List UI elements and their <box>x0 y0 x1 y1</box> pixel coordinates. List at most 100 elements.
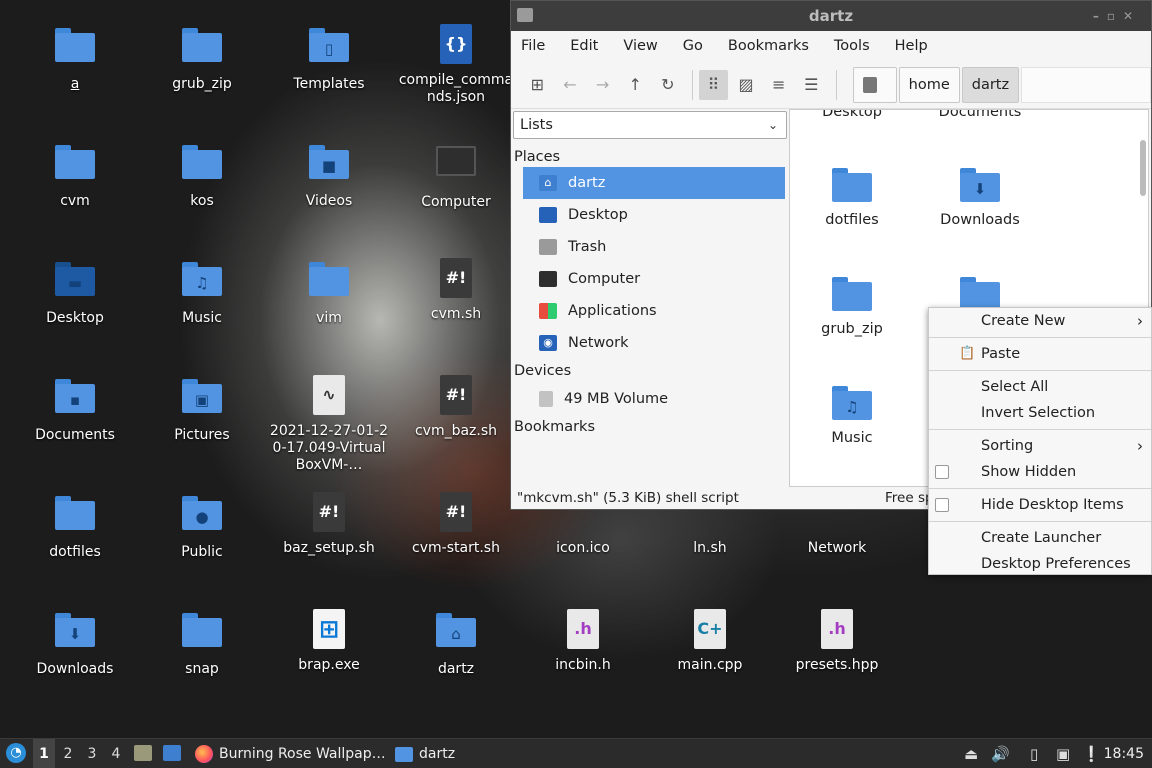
sidebar-item-dartz[interactable]: ⌂ dartz <box>523 167 785 199</box>
desktop-icon-cvm[interactable]: cvm <box>15 141 135 210</box>
compact-view-icon[interactable]: ≡ <box>764 70 793 100</box>
workspace-2[interactable]: 2 <box>57 739 79 768</box>
desktop-icon-a[interactable]: a <box>15 24 135 93</box>
path-root-button[interactable]: / <box>852 66 897 127</box>
clipboard-icon[interactable]: ▯ <box>1030 739 1038 768</box>
toolbar: ⊞ ← → ↑ ↻ ⠿ ▨ ≡ ☰ / home dartz <box>511 61 1151 127</box>
desktop-icon-kos[interactable]: kos <box>142 141 262 210</box>
detailed-list-view-icon[interactable]: ☰ <box>797 70 826 100</box>
desktop-icon-public[interactable]: ● Public <box>142 492 262 561</box>
show-hidden-checkbox[interactable] <box>935 465 949 479</box>
vertical-scrollbar[interactable] <box>1140 140 1146 196</box>
window-controls[interactable]: –▫✕ <box>1093 1 1141 31</box>
shell-script-icon: #! <box>440 258 472 298</box>
menu-item-invert-selection[interactable]: Invert Selection <box>929 400 1151 426</box>
menu-tools[interactable]: Tools <box>834 38 870 54</box>
desktop-icon-templates[interactable]: ▯ Templates <box>269 24 389 93</box>
thumbnail-view-icon[interactable]: ▨ <box>732 70 761 100</box>
desktop-icon-cvm-baz[interactable]: #! cvm_baz.sh <box>396 375 516 440</box>
folder-icon <box>182 28 222 62</box>
desktop-icon-grub-zip[interactable]: grub_zip <box>142 24 262 93</box>
sidebar-item-desktop[interactable]: Desktop <box>523 199 785 231</box>
desktop-icon-dartz[interactable]: ⌂ dartz <box>396 609 516 678</box>
icon-view-icon[interactable]: ⠿ <box>699 69 728 100</box>
desktop-icon-incbin[interactable]: .h incbin.h <box>523 609 643 674</box>
desktop-icon-computer[interactable]: Computer <box>396 141 516 211</box>
menu-bookmarks[interactable]: Bookmarks <box>728 38 809 54</box>
file-item-downloads[interactable]: ⬇ Downloads <box>920 168 1040 228</box>
notification-icon[interactable]: ❕ <box>1082 739 1101 768</box>
menu-item-hide-desktop-items[interactable]: Hide Desktop Items <box>929 492 1151 518</box>
menu-go[interactable]: Go <box>683 38 703 54</box>
workspace-4[interactable]: 4 <box>105 739 127 768</box>
desktop-icon-music[interactable]: ♫ Music <box>142 258 262 327</box>
start-menu-icon[interactable]: ◔ <box>6 743 26 763</box>
clock[interactable]: 18:45 <box>1104 739 1144 768</box>
desktop-icon-label: cvm_baz.sh <box>414 423 498 439</box>
new-tab-icon[interactable]: ⊞ <box>523 70 552 100</box>
show-desktop-icon[interactable] <box>163 745 181 761</box>
network-status-icon[interactable]: ▣ <box>1056 739 1070 768</box>
sidebar-item-applications[interactable]: Applications <box>523 295 785 327</box>
volume-icon[interactable]: 🔊 <box>991 739 1010 768</box>
menu-item-create-new[interactable]: Create New › <box>929 308 1151 334</box>
menu-edit[interactable]: Edit <box>570 38 598 54</box>
file-item-dotfiles[interactable]: dotfiles <box>792 168 912 228</box>
menu-item-show-hidden[interactable]: Show Hidden <box>929 459 1151 485</box>
window-titlebar[interactable]: dartz –▫✕ <box>511 1 1151 31</box>
desktop-icon-label: a <box>70 76 80 92</box>
desktop-icon-dotfiles[interactable]: dotfiles <box>15 492 135 561</box>
desktop-icon-presets[interactable]: .h presets.hpp <box>777 609 897 674</box>
desktop-icon-label: Music <box>182 310 222 326</box>
computer-icon <box>539 271 557 287</box>
menu-item-create-launcher[interactable]: Create Launcher <box>929 525 1151 551</box>
task-firefox[interactable]: Burning Rose Wallpap… <box>195 739 386 768</box>
up-icon[interactable]: ↑ <box>621 70 650 100</box>
sidebar-item-network[interactable]: ◉ Network <box>523 327 785 359</box>
hide-desktop-items-checkbox[interactable] <box>935 498 949 512</box>
path-dartz-button[interactable]: dartz <box>961 66 1020 103</box>
forward-icon[interactable]: → <box>588 70 617 100</box>
file-item-documents[interactable]: Documents <box>920 110 1040 120</box>
workspace-1[interactable]: 1 <box>33 739 55 768</box>
desktop-icon-vbox-log[interactable]: ∿ 2021-12-27-01-20-17.049-VirtualBoxVM-… <box>269 375 389 474</box>
workspace-3[interactable]: 3 <box>81 739 103 768</box>
menu-item-sorting[interactable]: Sorting › <box>929 433 1151 459</box>
reload-icon[interactable]: ↻ <box>654 70 683 100</box>
desktop-icon-compile-commands[interactable]: {} compile_commands.json <box>396 24 516 106</box>
path-home-button[interactable]: home <box>898 66 960 103</box>
sidebar-item-trash[interactable]: Trash <box>523 231 785 263</box>
menu-item-desktop-preferences[interactable]: Desktop Preferences <box>929 551 1151 577</box>
file-manager-launcher-icon[interactable] <box>134 745 152 761</box>
sidebar-item-49mb-volume[interactable]: 49 MB Volume <box>523 381 785 417</box>
desktop-icon-pictures[interactable]: ▣ Pictures <box>142 375 262 444</box>
desktop-icon-vim[interactable]: vim <box>269 258 389 327</box>
menu-item-select-all[interactable]: Select All <box>929 374 1151 400</box>
menu-view[interactable]: View <box>623 38 657 54</box>
desktop-icon-main-cpp[interactable]: C+ main.cpp <box>650 609 770 674</box>
desktop-icon-label: Desktop <box>46 310 104 326</box>
desktop-icon-desktop[interactable]: ▬ Desktop <box>15 258 135 327</box>
desktop-icon-snap[interactable]: snap <box>142 609 262 678</box>
file-item-desktop[interactable]: Desktop <box>792 110 912 120</box>
menu-file[interactable]: File <box>521 38 545 54</box>
file-item-label: grub_zip <box>821 321 883 337</box>
desktop-icon-cvm-start[interactable]: #! cvm-start.sh <box>396 492 516 557</box>
file-item-grub-zip[interactable]: grub_zip <box>792 277 912 337</box>
menu-help[interactable]: Help <box>895 38 928 54</box>
desktop-icon-brap-exe[interactable]: ⊞ brap.exe <box>269 609 389 674</box>
folder-icon <box>55 496 95 530</box>
desktop-icon-cvm-sh[interactable]: #! cvm.sh <box>396 258 516 323</box>
side-pane-mode-select[interactable]: Lists ⌄ <box>513 111 787 139</box>
desktop-icon-label: cvm.sh <box>430 306 482 322</box>
desktop-icon-downloads[interactable]: ⬇ Downloads <box>15 609 135 678</box>
sidebar-item-computer[interactable]: Computer <box>523 263 785 295</box>
desktop-icon-documents[interactable]: ▪ Documents <box>15 375 135 444</box>
desktop-icon-baz-setup[interactable]: #! baz_setup.sh <box>269 492 389 557</box>
file-item-music[interactable]: ♫ Music <box>792 386 912 446</box>
desktop-icon-videos[interactable]: ■ Videos <box>269 141 389 210</box>
back-icon[interactable]: ← <box>556 70 585 100</box>
task-dartz[interactable]: dartz <box>395 739 455 768</box>
eject-icon[interactable]: ⏏ <box>964 739 978 768</box>
menu-item-paste[interactable]: 📋 Paste <box>929 341 1151 367</box>
